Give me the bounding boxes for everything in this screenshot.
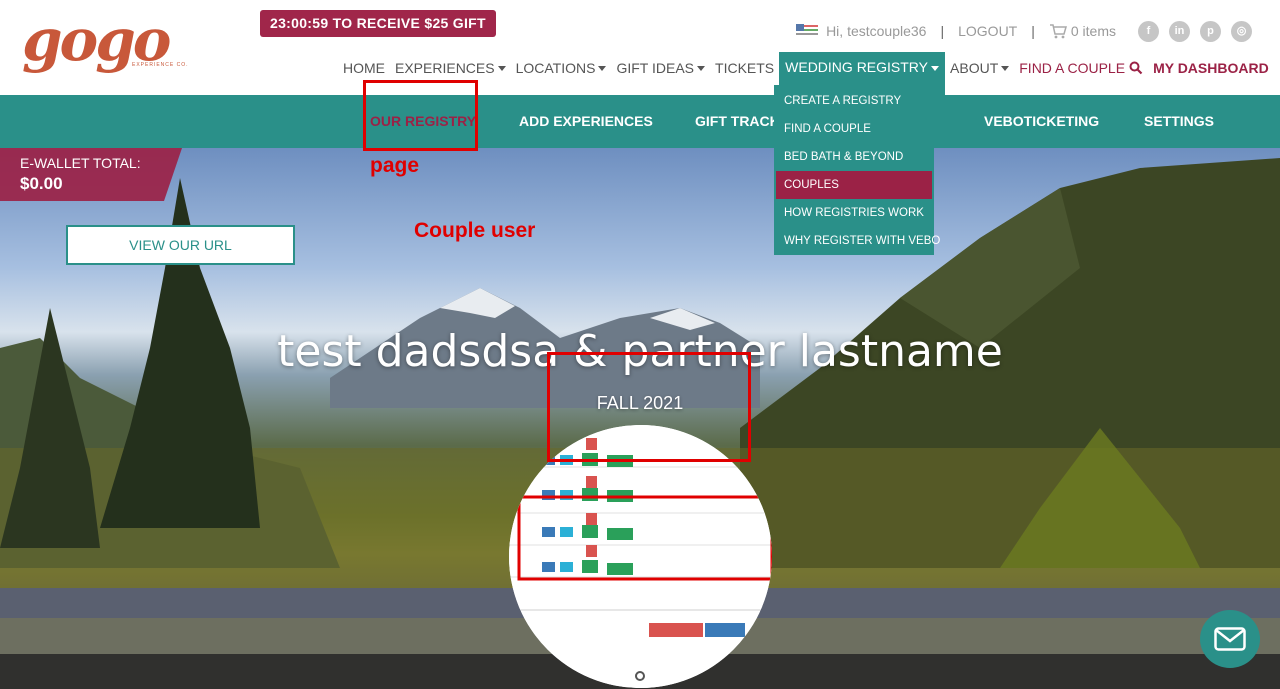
ewallet-label: E-WALLET TOTAL: bbox=[20, 155, 141, 171]
nav-wedding-registry-label: WEDDING REGISTRY bbox=[785, 59, 929, 75]
nav-tickets[interactable]: TICKETS bbox=[710, 52, 779, 84]
subnav-add-experiences[interactable]: ADD EXPERIENCES bbox=[519, 113, 653, 129]
ewallet-value: $0.00 bbox=[20, 174, 63, 193]
dropdown-why-register[interactable]: WHY REGISTER WITH VEBO bbox=[774, 227, 940, 255]
cart-link[interactable]: 0 items bbox=[1049, 23, 1116, 39]
social-links: f in p ◎ bbox=[1138, 20, 1252, 42]
user-flag-icon bbox=[796, 24, 819, 38]
dropdown-how-registries-work[interactable]: HOW REGISTRIES WORK bbox=[774, 199, 934, 227]
search-icon bbox=[1129, 61, 1143, 75]
caret-down-icon bbox=[697, 65, 706, 71]
registry-subnav: OUR REGISTRY ADD EXPERIENCES GIFT TRACK … bbox=[0, 95, 1280, 148]
dropdown-find-couple[interactable]: FIND A COUPLE bbox=[774, 115, 934, 143]
gift-timer-banner[interactable]: 23:00:59 TO RECEIVE $25 GIFT bbox=[260, 10, 496, 37]
user-greeting[interactable]: Hi, testcouple36 bbox=[826, 23, 926, 39]
nav-gift-ideas[interactable]: GIFT IDEAS bbox=[611, 52, 710, 84]
annotation-couple-user-label: Couple user bbox=[414, 219, 536, 242]
ewallet-badge: E-WALLET TOTAL: $0.00 bbox=[0, 148, 182, 201]
nav-find-a-couple-label: FIND A COUPLE bbox=[1019, 60, 1126, 76]
view-url-button[interactable]: VIEW OUR URL bbox=[66, 225, 295, 265]
separator: | bbox=[940, 23, 945, 39]
logo-tagline: EXPERIENCE CO. bbox=[132, 62, 189, 68]
annotation-page-label: page bbox=[370, 154, 420, 177]
user-topbar: Hi, testcouple36 | LOGOUT | 0 items f in… bbox=[796, 20, 1252, 42]
nav-about[interactable]: ABOUT bbox=[945, 52, 1014, 84]
facebook-icon[interactable]: f bbox=[1138, 20, 1159, 42]
separator: | bbox=[1031, 23, 1035, 39]
caret-down-icon bbox=[497, 65, 506, 71]
registry-table-preview bbox=[509, 425, 772, 688]
envelope-icon bbox=[1214, 627, 1246, 651]
linkedin-icon[interactable]: in bbox=[1169, 20, 1190, 42]
chat-button[interactable] bbox=[1200, 610, 1260, 668]
site-header: gogo EXPERIENCE CO. 23:00:59 TO RECEIVE … bbox=[0, 0, 1280, 95]
nav-my-dashboard[interactable]: MY DASHBOARD bbox=[1148, 52, 1274, 84]
dropdown-couples[interactable]: COUPLES bbox=[776, 171, 932, 199]
nav-find-a-couple[interactable]: FIND A COUPLE bbox=[1014, 52, 1148, 84]
cart-icon bbox=[1049, 24, 1067, 39]
nav-experiences-label: EXPERIENCES bbox=[395, 60, 495, 76]
site-logo[interactable]: gogo EXPERIENCE CO. bbox=[22, 6, 192, 82]
nav-gift-ideas-label: GIFT IDEAS bbox=[616, 60, 695, 76]
logout-link[interactable]: LOGOUT bbox=[958, 23, 1017, 39]
subnav-veboticketing[interactable]: VEBOTICKETING bbox=[984, 113, 1099, 129]
dropdown-bed-bath-beyond[interactable]: BED BATH & BEYOND bbox=[774, 143, 934, 171]
annotation-box-our-registry bbox=[363, 80, 478, 151]
pinterest-icon[interactable]: p bbox=[1200, 20, 1221, 42]
caret-down-icon bbox=[1001, 65, 1010, 71]
preview-thumbnail-image bbox=[509, 425, 772, 688]
camera-icon[interactable] bbox=[628, 664, 652, 689]
wedding-registry-dropdown: CREATE A REGISTRY FIND A COUPLE BED BATH… bbox=[774, 85, 940, 255]
main-navigation: HOME EXPERIENCES LOCATIONS GIFT IDEAS TI… bbox=[338, 52, 1274, 95]
cart-count: 0 items bbox=[1070, 23, 1116, 39]
nav-about-label: ABOUT bbox=[950, 60, 999, 76]
instagram-icon[interactable]: ◎ bbox=[1231, 20, 1252, 42]
dropdown-create-registry[interactable]: CREATE A REGISTRY bbox=[774, 87, 934, 115]
caret-down-icon bbox=[598, 65, 607, 71]
nav-locations-label: LOCATIONS bbox=[515, 60, 596, 76]
annotation-box-season bbox=[547, 352, 751, 462]
subnav-settings[interactable]: SETTINGS bbox=[1144, 113, 1214, 129]
nav-locations[interactable]: LOCATIONS bbox=[511, 52, 612, 84]
caret-down-icon bbox=[931, 66, 940, 71]
subnav-gift-tracker[interactable]: GIFT TRACK bbox=[695, 113, 780, 129]
